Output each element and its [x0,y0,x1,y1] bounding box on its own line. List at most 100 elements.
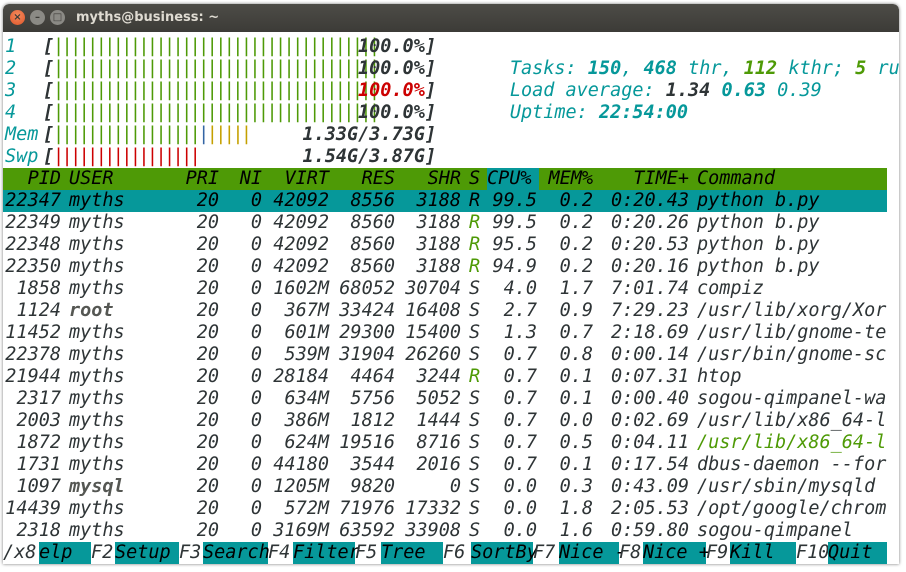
fkey-1-key[interactable]: /x8 [3,542,36,564]
column-header-mem[interactable]: MEM% [543,168,593,190]
cell-cpu: 0.7 [503,344,537,365]
cell-pri: 20 [196,256,219,277]
cell-time: 2:05.53 [611,498,689,519]
fkey-6-label[interactable]: SortBy [471,542,538,564]
fkey-10-label[interactable]: Quit [828,542,887,564]
column-header-pri[interactable]: PRI [163,168,219,190]
cell-ni: 0 [250,520,262,541]
cell-res: 8560 [350,212,395,233]
swap-meter: Swp [ ||||||||||||||||| 1.54G/3.87G ] [5,146,437,167]
fkey-2-key[interactable]: F2 [91,542,113,564]
cell-time: 2:18.69 [611,322,689,343]
process-row[interactable]: 1872 myths 20 0 624M 19516 8716 S 0.7 0.5 0:04.11/… [3,432,887,454]
cell-s: R [469,190,481,211]
process-row[interactable]: 1097 mysql 20 0 1205M 9820 0 S 0.0 0.3 0:43.09/usr… [3,476,887,498]
cpu-bar: |||||||||||||||||||||||||||||||||||||| [53,80,380,101]
column-header-shr[interactable]: SHR [395,168,461,190]
maximize-icon[interactable]: □ [50,10,65,25]
process-row[interactable]: 22378 myths 20 0 539M 31904 26260 S 0.7 0.8 0:00.1… [3,344,887,366]
window-titlebar[interactable]: × – □ myths@business: ~ [3,4,899,32]
cell-ni: 0 [250,366,262,387]
cell-time: 0:20.43 [611,190,689,211]
cell-pid: 2003 [16,410,61,431]
running-count: 5 [855,58,867,79]
fkey-4-key[interactable]: F4 [268,542,290,564]
process-row[interactable]: 1858 myths 20 0 1602M 68052 30704 S 4.0 1.7 7:01.7… [3,278,887,300]
process-row[interactable]: 22348 myths 20 0 42092 8560 3188 R 95.5 0.2 0:20.5… [3,234,887,256]
column-header-pid[interactable]: PID [3,168,61,190]
column-header-cmd[interactable]: Command [697,168,887,190]
cell-cmd: /usr/sbin/mysqld [697,476,876,497]
uptime-line: Uptime: 22:54:00 [443,80,688,123]
cell-shr: 3188 [416,234,461,255]
fkey-2-label[interactable]: Setup [115,542,179,564]
minimize-icon[interactable]: – [30,10,45,25]
fkey-8-key[interactable]: F8 [619,542,641,564]
cpu-number: 2 [5,58,17,79]
column-header-virt[interactable]: VIRT [265,168,329,190]
process-row[interactable]: 22350 myths 20 0 42092 8560 3188 R 94.9 0.2 0:20.1… [3,256,887,278]
process-row[interactable]: 14439 myths 20 0 572M 71976 17332 S 0.0 1.8 2:05.5… [3,498,887,520]
process-row[interactable]: 11452 myths 20 0 601M 29300 15400 S 1.3 0.7 2:18.6… [3,322,887,344]
fkey-1-label[interactable]: elp [39,542,91,564]
fkey-10-key[interactable]: F10 [796,542,829,564]
cell-mem: 0.2 [559,234,593,255]
process-row[interactable]: 2003 myths 20 0 386M 1812 1444 S 0.7 0.0 0:02.69/u… [3,410,887,432]
cpu-number: 3 [5,80,17,101]
fkey-7-label[interactable]: Nice - [559,542,626,564]
fkey-5-label[interactable]: Tree [381,542,443,564]
column-header-s[interactable]: S [469,168,487,190]
column-header-ni[interactable]: NI [228,168,262,190]
cell-ni: 0 [250,256,262,277]
column-header-res[interactable]: RES [333,168,395,190]
process-row-selected[interactable]: 22347 myths 20 0 42092 8556 3188 R 99.5 0.2 0:20.4… [3,190,887,212]
cell-ni: 0 [250,322,262,343]
cell-mem: 0.2 [559,256,593,277]
cell-pri: 20 [196,234,219,255]
cell-cmd: python b.py [697,212,820,233]
fkey-8-label[interactable]: Nice + [643,542,710,564]
fkey-5-key[interactable]: F5 [355,542,377,564]
cell-s: S [469,278,481,299]
cell-s: S [469,454,481,475]
htop-screen[interactable]: 1[||||||||||||||||||||||||||||||||||||||… [3,32,899,564]
process-table-header[interactable]: PID USER PRI NI VIRT RES SHR S CPU% MEM% TIME+ Comm… [3,168,887,190]
fkey-7-key[interactable]: F7 [533,542,555,564]
swap-bar: ||||||||||||||||| [53,146,201,167]
fkey-6-key[interactable]: F6 [443,542,465,564]
process-row[interactable]: 2317 myths 20 0 634M 5756 5052 S 0.7 0.1 0:00.40 so… [3,388,887,410]
fkey-4-label[interactable]: Filter [293,542,360,564]
cell-cpu: 0.7 [503,366,537,387]
cpu-number: 4 [5,102,17,123]
cell-res: 5756 [350,388,395,409]
process-row[interactable]: 22349 myths 20 0 42092 8560 3188 R 99.5 0.2 0:20.2… [3,212,887,234]
cell-cpu: 0.7 [503,432,537,453]
close-icon[interactable]: × [10,10,25,25]
cell-ni: 0 [250,498,262,519]
process-row[interactable]: 21944 myths 20 0 28184 4464 3244 R 0.7 0.1 0:07.31… [3,366,887,388]
cell-cpu: 94.9 [492,256,537,277]
cell-cpu: 0.7 [503,410,537,431]
cell-pri: 20 [196,520,219,541]
cell-cmd: /opt/google/chrom [697,498,887,519]
cell-s: R [469,256,481,277]
cell-s: S [469,498,481,519]
fkey-9-key[interactable]: F9 [706,542,728,564]
cpu-number: 1 [5,36,17,57]
cell-virt: 42092 [273,234,329,255]
process-row[interactable]: 2318 myths 20 0 3169M 63592 33908 S 0.0 1.6 0:59.8… [3,520,887,542]
terminal-window: × – □ myths@business: ~ 1[||||||||||||||… [3,4,899,564]
process-row[interactable]: 1731 myths 20 0 44180 3544 2016 S 0.7 0.1 0:17.54 d… [3,454,887,476]
process-row[interactable]: 1124 root 20 0 367M 33424 16408 S 2.7 0.9 7:29.23/… [3,300,887,322]
cell-cpu: 0.0 [503,498,537,519]
fkey-3-label[interactable]: Search [203,542,270,564]
column-header-cpu[interactable]: CPU% [487,168,539,190]
cell-pri: 20 [196,388,219,409]
fkey-9-label[interactable]: Kill [730,542,796,564]
mem-value: 1.33G/3.73G [302,124,425,145]
column-header-time[interactable]: TIME+ [597,168,689,190]
cell-ni: 0 [250,432,262,453]
load-15min: 0.39 [777,80,822,101]
cell-mem: 0.1 [559,454,593,475]
fkey-3-key[interactable]: F3 [179,542,201,564]
